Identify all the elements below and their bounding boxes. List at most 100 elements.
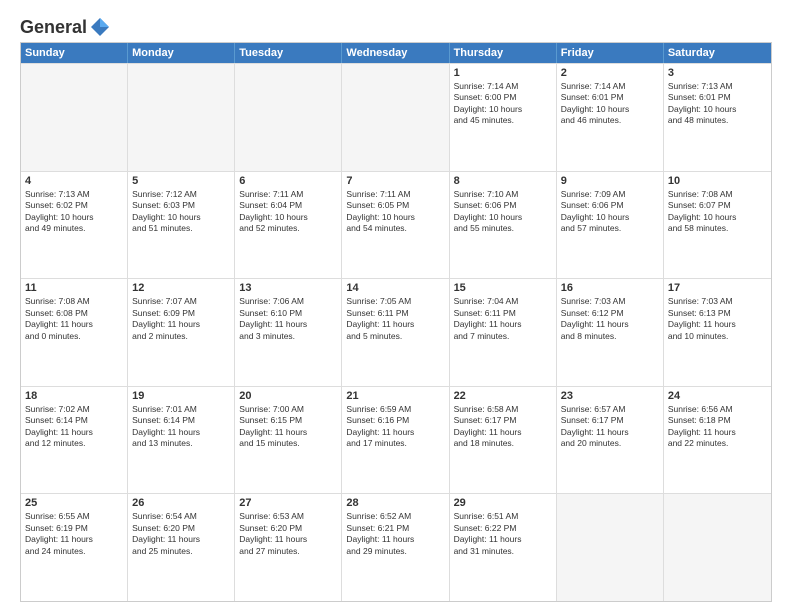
cell-info: Sunrise: 7:03 AMSunset: 6:13 PMDaylight:… [668,296,767,342]
cell-info: Sunrise: 7:08 AMSunset: 6:07 PMDaylight:… [668,189,767,235]
cal-cell: 13 Sunrise: 7:06 AMSunset: 6:10 PMDayligh… [235,279,342,386]
header-day-sunday: Sunday [21,43,128,63]
cell-info: Sunrise: 6:58 AMSunset: 6:17 PMDaylight:… [454,404,552,450]
cell-info: Sunrise: 7:12 AMSunset: 6:03 PMDaylight:… [132,189,230,235]
cell-info: Sunrise: 7:01 AMSunset: 6:14 PMDaylight:… [132,404,230,450]
cal-cell: 3 Sunrise: 7:13 AMSunset: 6:01 PMDaylight… [664,64,771,171]
cal-cell: 28Sunrise: 6:52 AMSunset: 6:21 PMDayligh… [342,494,449,601]
day-number: 22 [454,390,552,402]
cell-info: Sunrise: 7:14 AMSunset: 6:01 PMDaylight:… [561,81,659,127]
cell-info: Sunrise: 6:56 AMSunset: 6:18 PMDaylight:… [668,404,767,450]
calendar-body: 1 Sunrise: 7:14 AMSunset: 6:00 PMDaylight… [21,63,771,601]
logo-icon [89,16,111,38]
cal-cell [557,494,664,601]
cell-info: Sunrise: 7:11 AMSunset: 6:04 PMDaylight:… [239,189,337,235]
cal-row-4: 25 Sunrise: 6:55 AMSunset: 6:19 PMDayligh… [21,493,771,601]
cal-cell: 24 Sunrise: 6:56 AMSunset: 6:18 PMDayligh… [664,387,771,494]
day-number: 15 [454,282,552,294]
page: General SundayMondayTuesdayWednesdayThur… [0,0,792,612]
header: General [20,16,772,34]
cell-info: Sunrise: 7:09 AMSunset: 6:06 PMDaylight:… [561,189,659,235]
day-number: 11 [25,282,123,294]
day-number: 29 [454,497,552,509]
day-number: 14 [346,282,444,294]
cal-cell: 26 Sunrise: 6:54 AMSunset: 6:20 PMDayligh… [128,494,235,601]
cell-info: Sunrise: 7:06 AMSunset: 6:10 PMDaylight:… [239,296,337,342]
day-number: 3 [668,67,767,79]
day-number: 17 [668,282,767,294]
day-number: 24 [668,390,767,402]
cal-row-3: 18 Sunrise: 7:02 AMSunset: 6:14 PMDayligh… [21,386,771,494]
day-number: 9 [561,175,659,187]
cell-info: Sunrise: 6:51 AMSunset: 6:22 PMDaylight:… [454,511,552,557]
header-day-tuesday: Tuesday [235,43,342,63]
header-day-monday: Monday [128,43,235,63]
calendar: SundayMondayTuesdayWednesdayThursdayFrid… [20,42,772,602]
day-number: 21 [346,390,444,402]
calendar-header: SundayMondayTuesdayWednesdayThursdayFrid… [21,43,771,63]
cal-cell [128,64,235,171]
cal-cell: 10Sunrise: 7:08 AMSunset: 6:07 PMDayligh… [664,172,771,279]
day-number: 8 [454,175,552,187]
day-number: 25 [25,497,123,509]
cal-cell: 12 Sunrise: 7:07 AMSunset: 6:09 PMDayligh… [128,279,235,386]
header-day-thursday: Thursday [450,43,557,63]
cal-cell: 8 Sunrise: 7:10 AMSunset: 6:06 PMDaylight… [450,172,557,279]
day-number: 23 [561,390,659,402]
cal-cell: 20 Sunrise: 7:00 AMSunset: 6:15 PMDayligh… [235,387,342,494]
header-day-saturday: Saturday [664,43,771,63]
day-number: 19 [132,390,230,402]
cell-info: Sunrise: 6:59 AMSunset: 6:16 PMDaylight:… [346,404,444,450]
cal-cell: 16Sunrise: 7:03 AMSunset: 6:12 PMDayligh… [557,279,664,386]
cal-cell: 2 Sunrise: 7:14 AMSunset: 6:01 PMDaylight… [557,64,664,171]
cal-row-0: 1 Sunrise: 7:14 AMSunset: 6:00 PMDaylight… [21,63,771,171]
day-number: 13 [239,282,337,294]
cell-info: Sunrise: 7:04 AMSunset: 6:11 PMDaylight:… [454,296,552,342]
cell-info: Sunrise: 6:52 AMSunset: 6:21 PMDaylight:… [346,511,444,557]
cal-cell: 23Sunrise: 6:57 AMSunset: 6:17 PMDayligh… [557,387,664,494]
cell-info: Sunrise: 7:07 AMSunset: 6:09 PMDaylight:… [132,296,230,342]
day-number: 12 [132,282,230,294]
cal-cell: 6 Sunrise: 7:11 AMSunset: 6:04 PMDaylight… [235,172,342,279]
header-day-friday: Friday [557,43,664,63]
cell-info: Sunrise: 6:54 AMSunset: 6:20 PMDaylight:… [132,511,230,557]
cell-info: Sunrise: 7:13 AMSunset: 6:01 PMDaylight:… [668,81,767,127]
cell-info: Sunrise: 7:02 AMSunset: 6:14 PMDaylight:… [25,404,123,450]
cell-info: Sunrise: 7:08 AMSunset: 6:08 PMDaylight:… [25,296,123,342]
cal-cell: 5Sunrise: 7:12 AMSunset: 6:03 PMDaylight… [128,172,235,279]
cal-cell: 11 Sunrise: 7:08 AMSunset: 6:08 PMDayligh… [21,279,128,386]
logo-general: General [20,17,87,38]
cal-cell: 15 Sunrise: 7:04 AMSunset: 6:11 PMDayligh… [450,279,557,386]
day-number: 26 [132,497,230,509]
cal-cell: 25 Sunrise: 6:55 AMSunset: 6:19 PMDayligh… [21,494,128,601]
cell-info: Sunrise: 6:53 AMSunset: 6:20 PMDaylight:… [239,511,337,557]
day-number: 4 [25,175,123,187]
cal-cell: 22 Sunrise: 6:58 AMSunset: 6:17 PMDayligh… [450,387,557,494]
day-number: 20 [239,390,337,402]
cell-info: Sunrise: 7:05 AMSunset: 6:11 PMDaylight:… [346,296,444,342]
day-number: 7 [346,175,444,187]
cell-info: Sunrise: 7:14 AMSunset: 6:00 PMDaylight:… [454,81,552,127]
cal-cell: 29 Sunrise: 6:51 AMSunset: 6:22 PMDayligh… [450,494,557,601]
cal-cell: 7 Sunrise: 7:11 AMSunset: 6:05 PMDaylight… [342,172,449,279]
header-day-wednesday: Wednesday [342,43,449,63]
cal-cell [342,64,449,171]
cal-row-1: 4 Sunrise: 7:13 AMSunset: 6:02 PMDaylight… [21,171,771,279]
day-number: 2 [561,67,659,79]
cell-info: Sunrise: 7:13 AMSunset: 6:02 PMDaylight:… [25,189,123,235]
cal-cell [21,64,128,171]
day-number: 1 [454,67,552,79]
cell-info: Sunrise: 7:10 AMSunset: 6:06 PMDaylight:… [454,189,552,235]
cal-cell: 14 Sunrise: 7:05 AMSunset: 6:11 PMDayligh… [342,279,449,386]
cell-info: Sunrise: 7:00 AMSunset: 6:15 PMDaylight:… [239,404,337,450]
cell-info: Sunrise: 6:55 AMSunset: 6:19 PMDaylight:… [25,511,123,557]
day-number: 18 [25,390,123,402]
cal-cell: 4 Sunrise: 7:13 AMSunset: 6:02 PMDaylight… [21,172,128,279]
cell-info: Sunrise: 7:11 AMSunset: 6:05 PMDaylight:… [346,189,444,235]
cal-cell: 18 Sunrise: 7:02 AMSunset: 6:14 PMDayligh… [21,387,128,494]
day-number: 6 [239,175,337,187]
cal-cell: 21 Sunrise: 6:59 AMSunset: 6:16 PMDayligh… [342,387,449,494]
cal-cell: 27 Sunrise: 6:53 AMSunset: 6:20 PMDayligh… [235,494,342,601]
cal-cell: 1 Sunrise: 7:14 AMSunset: 6:00 PMDaylight… [450,64,557,171]
day-number: 27 [239,497,337,509]
